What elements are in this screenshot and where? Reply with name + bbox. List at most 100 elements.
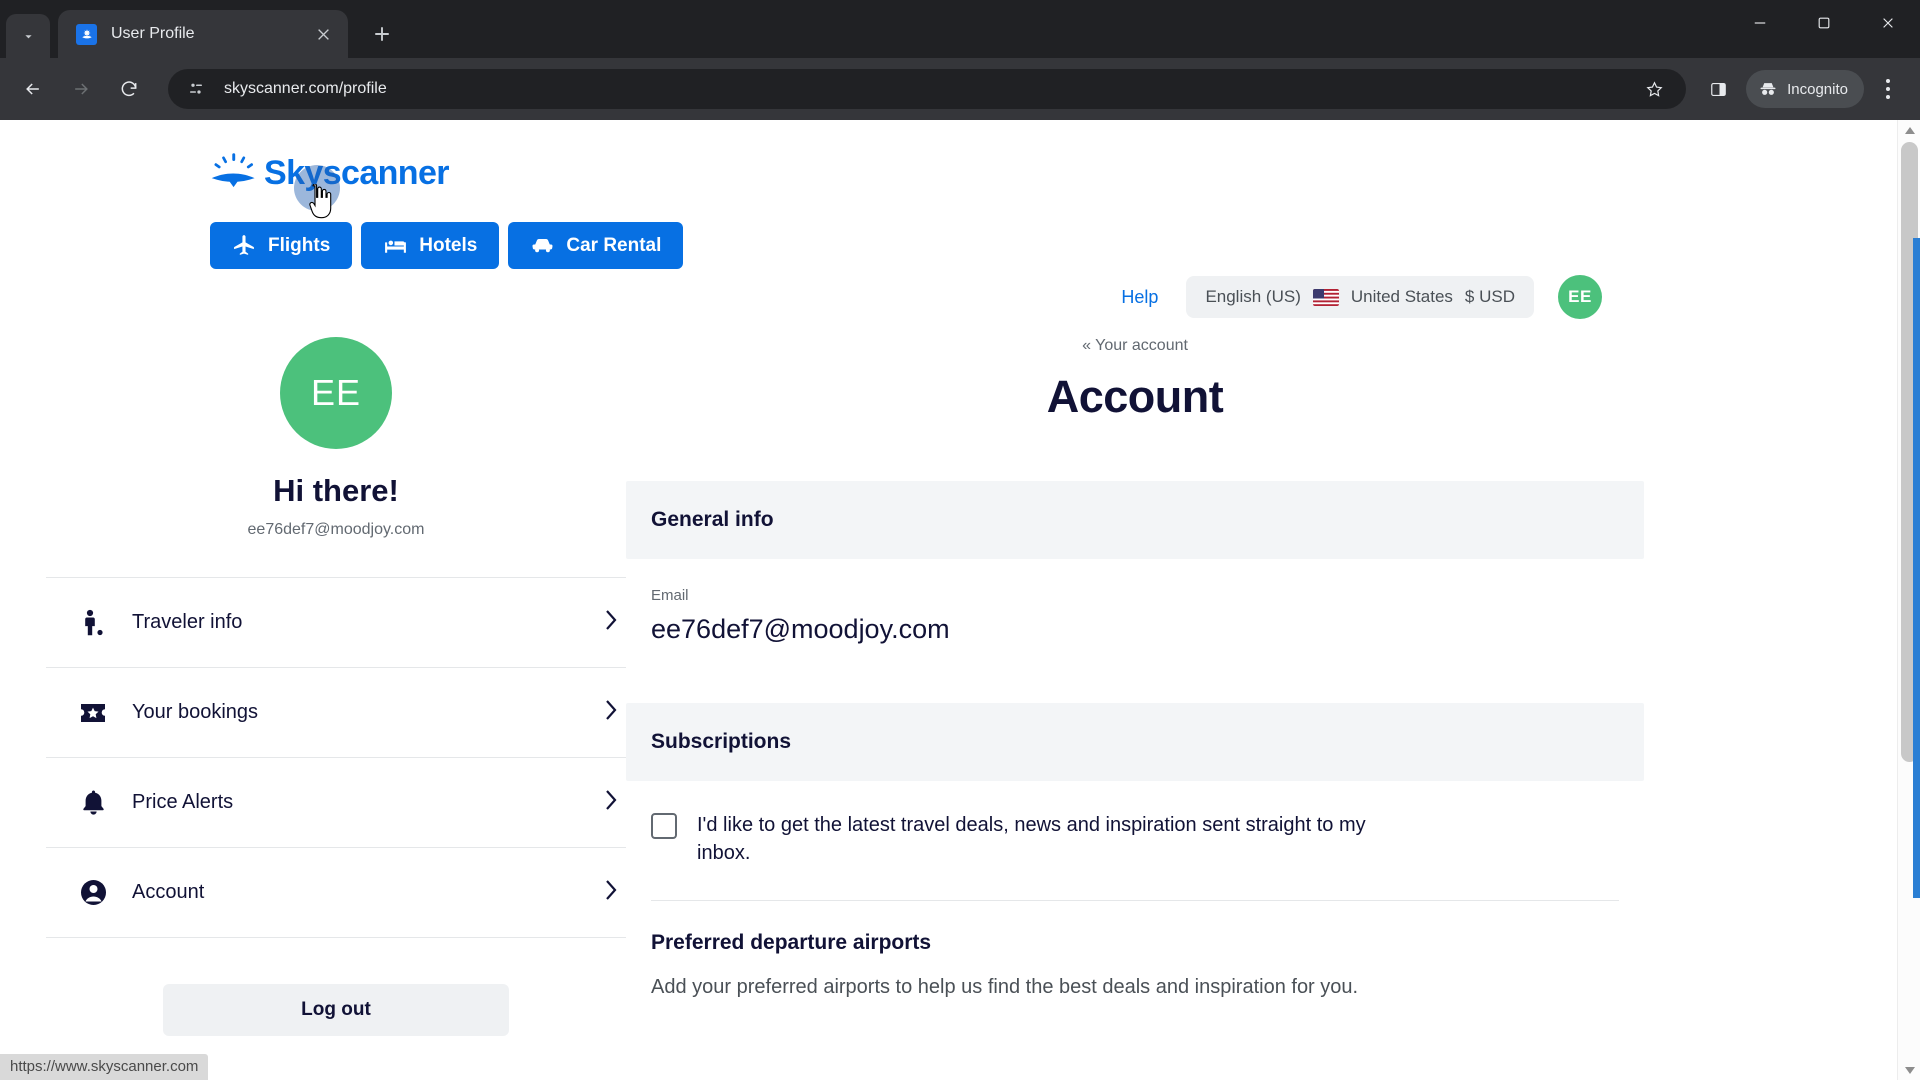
omnibox-actions [1632,71,1672,107]
nav-tab-flights[interactable]: Flights [210,222,353,269]
subscriptions-heading: Subscriptions [626,703,1644,781]
logout-container: Log out [46,984,626,1036]
incognito-label: Incognito [1787,80,1848,98]
site-info-button[interactable] [186,79,206,99]
profile-email: ee76def7@moodjoy.com [247,521,425,538]
sidebar-item-label: Account [132,881,205,903]
scroll-up-button[interactable] [1898,120,1920,140]
maximize-icon [1818,17,1830,29]
breadcrumb[interactable]: « Your account [626,337,1644,355]
skyscanner-sun-logo-icon [211,153,255,188]
account-main-panel: « Your account Account General info Emai… [626,337,1874,1036]
scroll-down-button[interactable] [1898,1060,1920,1080]
browser-window: User Profile skyscanner.com/profile Inco… [0,0,1920,1080]
sidebar-item-price-alerts[interactable]: Price Alerts [46,758,626,848]
arrow-right-icon [75,83,88,95]
nav-tab-hotels[interactable]: Hotels [361,222,500,269]
back-button[interactable] [12,68,54,110]
help-link[interactable]: Help [1121,287,1158,308]
tab-close-button[interactable] [310,21,336,47]
profile-avatar: EE [280,337,392,449]
chevron-right-icon [605,879,618,906]
header-right-controls: Help English (US) United States $ USD EE [1121,275,1602,319]
browser-toolbar: skyscanner.com/profile Incognito [0,58,1920,120]
bell-icon [78,789,108,816]
side-panel-icon [1710,82,1726,96]
us-flag-icon [1312,288,1339,306]
incognito-indicator[interactable]: Incognito [1746,70,1864,108]
chevron-up-icon [1904,126,1915,134]
logout-button[interactable]: Log out [163,984,509,1036]
sidebar-item-your-bookings[interactable]: Your bookings [46,668,626,758]
reload-button[interactable] [108,68,150,110]
greeting-text: Hi there! [273,473,399,508]
page-focus-indicator [1913,238,1920,898]
side-panel-button[interactable] [1700,71,1736,107]
tab-search-button[interactable] [6,14,50,58]
sidebar-item-traveler-info[interactable]: Traveler info [46,578,626,668]
general-info-heading: General info [626,481,1644,559]
language-value: English (US) [1205,287,1301,306]
chevron-right-icon [605,789,618,816]
email-label: Email [651,587,689,604]
chevron-down-icon [1904,1066,1915,1074]
web-page: Skyscanner Flights Hotels Car Rental Hel… [0,120,1897,1080]
skyscanner-logo[interactable]: Skyscanner [210,152,683,219]
page-settings-icon [190,83,202,94]
locale-currency-selector[interactable]: English (US) United States $ USD [1186,276,1534,318]
window-close-icon [1883,18,1893,28]
nav-tab-label: Hotels [419,234,478,256]
maximize-button[interactable] [1792,0,1856,46]
car-icon [532,239,553,253]
departure-airports-description: Add your preferred airports to help us f… [651,975,1359,998]
nav-tab-label: Flights [268,234,331,256]
browser-tab[interactable]: User Profile [58,10,348,58]
nav-tab-label: Car Rental [566,234,662,256]
sidebar-item-account[interactable]: Account [46,848,626,938]
forward-button[interactable] [60,68,102,110]
url-text: skyscanner.com/profile [224,80,387,97]
bookmark-button[interactable] [1636,71,1672,107]
browser-titlebar: User Profile [0,0,1920,58]
logo-text: Skyscanner [264,153,450,192]
minimize-button[interactable] [1728,0,1792,46]
chevron-right-icon [605,699,618,726]
window-close-button[interactable] [1856,0,1920,46]
subscriptions-section: Subscriptions I'd like to get the latest… [626,703,1644,1001]
page-viewport: Skyscanner Flights Hotels Car Rental Hel… [0,120,1920,1080]
chevron-right-icon [605,609,618,636]
newsletter-checkbox[interactable] [651,813,677,839]
general-info-section: General info Email ee76def7@moodjoy.com [626,481,1644,645]
window-controls [1728,0,1920,46]
tab-title: User Profile [111,25,195,42]
star-icon [1646,80,1663,97]
chevron-down-icon [24,34,32,38]
tab-favicon [76,23,97,45]
arrow-left-icon [26,83,39,95]
page-title: Account [1046,371,1224,422]
sidebar-item-label: Traveler info [132,611,243,633]
bed-icon [385,240,407,253]
profile-sidebar: EE Hi there! ee76def7@moodjoy.com Travel… [46,337,626,1036]
sidebar-item-label: Your bookings [132,701,259,723]
header-avatar[interactable]: EE [1558,275,1602,319]
address-bar[interactable]: skyscanner.com/profile [168,69,1687,109]
new-tab-button[interactable] [362,14,402,54]
nav-tab-car-rental[interactable]: Car Rental [508,222,684,269]
page-content: EE Hi there! ee76def7@moodjoy.com Travel… [0,269,1874,1036]
minimize-icon [1754,22,1766,24]
site-header: Skyscanner Flights Hotels Car Rental Hel… [0,120,1874,319]
ticket-star-icon [78,702,108,724]
plane-icon [234,235,254,255]
skyscanner-site: Skyscanner Flights Hotels Car Rental Hel… [0,120,1874,1036]
logo-block: Skyscanner Flights Hotels Car Rental [210,152,684,269]
email-value: ee76def7@moodjoy.com [651,614,950,644]
sidebar-item-label: Price Alerts [132,791,234,813]
browser-menu-button[interactable] [1868,69,1908,109]
currency-value: $ USD [1464,287,1515,306]
newsletter-label: I'd like to get the latest travel deals,… [697,814,1366,865]
status-bar-url: https://www.skyscanner.com [0,1054,209,1080]
country-value: United States [1350,287,1453,306]
email-field-group: Email ee76def7@moodjoy.com [626,559,1644,645]
three-dot-menu-icon [1886,77,1890,101]
